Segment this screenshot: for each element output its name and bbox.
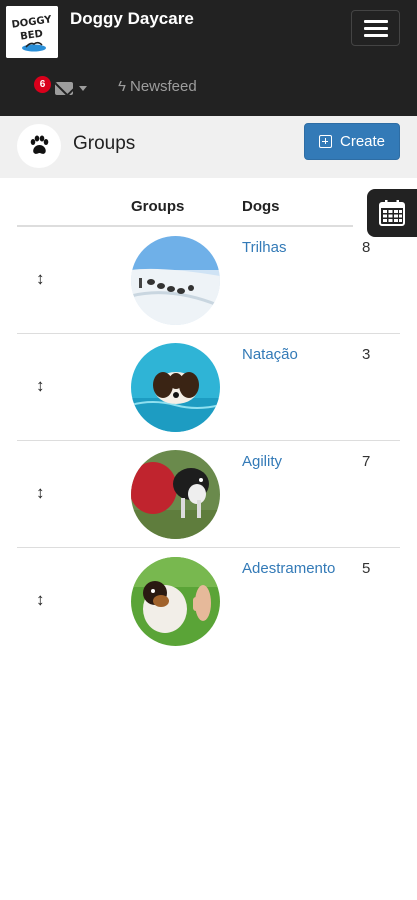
drag-handle-icon[interactable]: ↕	[36, 376, 45, 396]
table-row: ↕ Adestramento 5	[17, 548, 400, 655]
column-header-groups[interactable]: Groups	[131, 198, 184, 215]
column-header-dogs[interactable]: Dogs	[242, 198, 280, 215]
menu-toggle-button[interactable]	[351, 10, 400, 46]
messages-dropdown[interactable]: 6	[34, 76, 94, 98]
logo[interactable]: DOGGY BED	[6, 6, 58, 58]
groups-table: Groups Dogs ↕ Trilhas 8 ↕ Natação 3 ↕ Ag…	[17, 188, 400, 655]
messages-badge: 6	[34, 76, 51, 93]
dog-count: 8	[362, 239, 371, 256]
brand-title[interactable]: Doggy Daycare	[70, 9, 194, 29]
dog-count: 7	[362, 453, 371, 470]
group-avatar[interactable]	[131, 557, 220, 646]
group-link[interactable]: Natação	[242, 346, 298, 363]
plus-square-icon	[319, 135, 332, 148]
newsfeed-link[interactable]: ϟ Newsfeed	[118, 78, 197, 98]
group-link[interactable]: Agility	[242, 453, 282, 470]
dog-count: 5	[362, 560, 371, 577]
newsfeed-label: Newsfeed	[130, 78, 197, 95]
create-button-label: Create	[340, 133, 386, 150]
paw-icon	[30, 135, 49, 154]
bolt-icon: ϟ	[118, 78, 126, 95]
group-avatar[interactable]	[131, 343, 220, 432]
drag-handle-icon[interactable]: ↕	[36, 269, 45, 289]
group-avatar[interactable]	[131, 236, 220, 325]
envelope-icon	[55, 82, 73, 95]
hamburger-line	[364, 27, 388, 30]
drag-handle-icon[interactable]: ↕	[36, 590, 45, 610]
table-header: Groups Dogs	[17, 188, 353, 227]
group-link[interactable]: Adestramento	[242, 560, 335, 577]
top-navbar: DOGGY BED Doggy Daycare 6 ϟ Newsfeed	[0, 0, 417, 116]
table-row: ↕ Agility 7	[17, 441, 400, 548]
dog-count: 3	[362, 346, 371, 363]
page-title: Groups	[73, 133, 136, 154]
paw-icon-badge	[17, 124, 61, 168]
table-row: ↕ Natação 3	[17, 334, 400, 441]
caret-down-icon	[79, 86, 87, 91]
hamburger-line	[364, 20, 388, 23]
page-header: Groups Create	[0, 116, 417, 178]
hamburger-line	[364, 34, 388, 37]
create-button[interactable]: Create	[304, 123, 400, 160]
group-link[interactable]: Trilhas	[242, 239, 286, 256]
group-avatar[interactable]	[131, 450, 220, 539]
drag-handle-icon[interactable]: ↕	[36, 483, 45, 503]
table-row: ↕ Trilhas 8	[17, 227, 400, 334]
